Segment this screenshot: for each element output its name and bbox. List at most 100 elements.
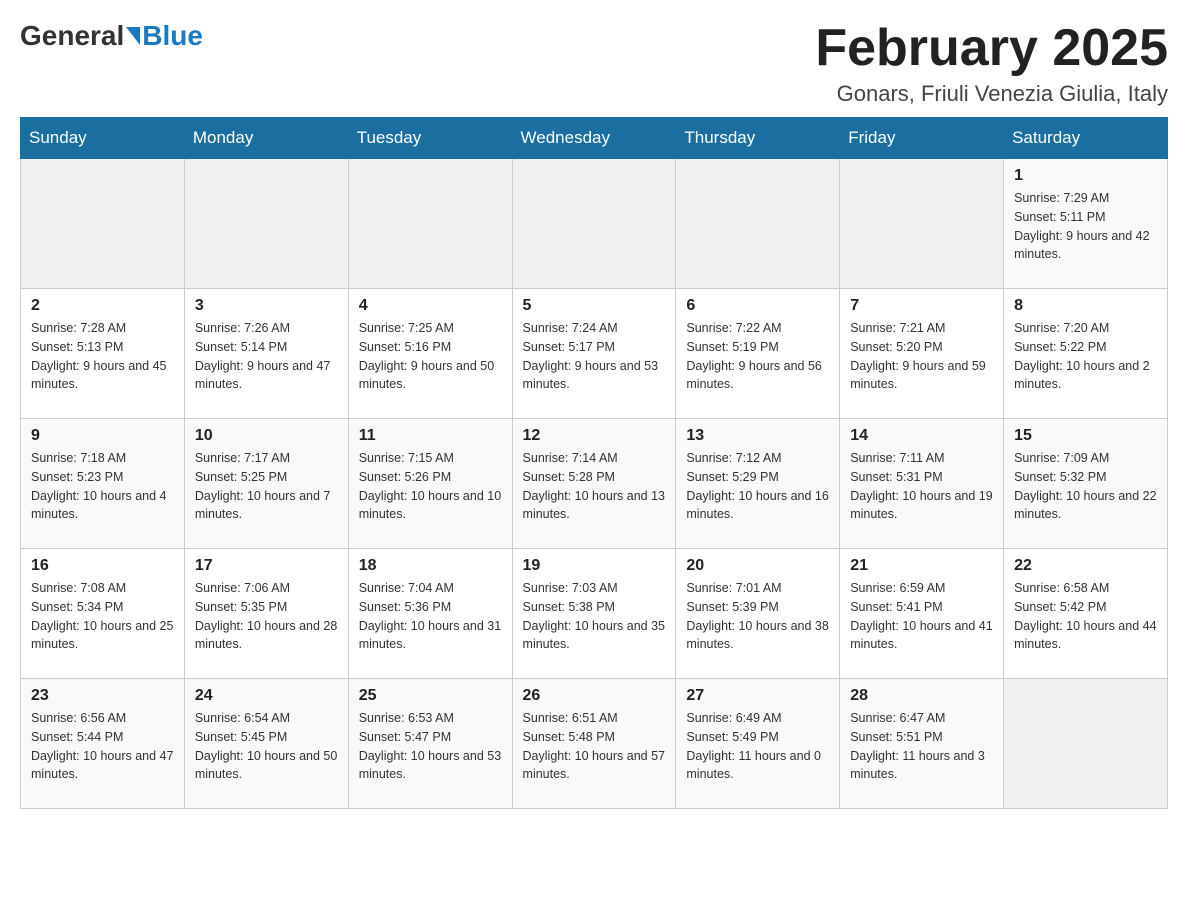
day-info: Sunrise: 7:26 AM Sunset: 5:14 PM Dayligh… (195, 319, 338, 394)
calendar-cell: 12 Sunrise: 7:14 AM Sunset: 5:28 PM Dayli… (512, 419, 676, 549)
day-number: 16 (31, 557, 174, 575)
day-number: 24 (195, 687, 338, 705)
calendar-cell: 25 Sunrise: 6:53 AM Sunset: 5:47 PM Dayli… (348, 679, 512, 809)
day-info: Sunrise: 7:12 AM Sunset: 5:29 PM Dayligh… (686, 449, 829, 524)
calendar-cell: 24 Sunrise: 6:54 AM Sunset: 5:45 PM Dayli… (184, 679, 348, 809)
day-number: 11 (359, 427, 502, 445)
calendar-cell: 23 Sunrise: 6:56 AM Sunset: 5:44 PM Dayli… (21, 679, 185, 809)
day-number: 15 (1014, 427, 1157, 445)
day-info: Sunrise: 6:54 AM Sunset: 5:45 PM Dayligh… (195, 709, 338, 784)
day-info: Sunrise: 6:56 AM Sunset: 5:44 PM Dayligh… (31, 709, 174, 784)
calendar-table: SundayMondayTuesdayWednesdayThursdayFrid… (20, 117, 1168, 809)
day-number: 18 (359, 557, 502, 575)
calendar-week-4: 16Sunrise: 7:08 AM Sunset: 5:34 PM Dayli… (21, 549, 1168, 679)
calendar-cell: 15 Sunrise: 7:09 AM Sunset: 5:32 PM Dayli… (1004, 419, 1168, 549)
calendar-cell: 11 Sunrise: 7:15 AM Sunset: 5:26 PM Dayli… (348, 419, 512, 549)
calendar-header: SundayMondayTuesdayWednesdayThursdayFrid… (21, 118, 1168, 159)
calendar-cell (21, 159, 185, 289)
calendar-body: 1 Sunrise: 7:29 AM Sunset: 5:11 PM Daylig… (21, 159, 1168, 809)
logo: General Blue (20, 20, 203, 52)
day-info: Sunrise: 7:29 AM Sunset: 5:11 PM Dayligh… (1014, 189, 1157, 264)
calendar-cell: 9Sunrise: 7:18 AM Sunset: 5:23 PM Daylig… (21, 419, 185, 549)
calendar-cell: 2 Sunrise: 7:28 AM Sunset: 5:13 PM Daylig… (21, 289, 185, 419)
title-section: February 2025 Gonars, Friuli Venezia Giu… (815, 20, 1168, 107)
weekday-header-sunday: Sunday (21, 118, 185, 159)
logo-blue-text: Blue (142, 20, 203, 52)
calendar-cell (512, 159, 676, 289)
day-number: 26 (523, 687, 666, 705)
calendar-cell: 3 Sunrise: 7:26 AM Sunset: 5:14 PM Daylig… (184, 289, 348, 419)
day-number: 6 (686, 297, 829, 315)
day-number: 7 (850, 297, 993, 315)
day-info: Sunrise: 6:49 AM Sunset: 5:49 PM Dayligh… (686, 709, 829, 784)
calendar-week-5: 23 Sunrise: 6:56 AM Sunset: 5:44 PM Dayli… (21, 679, 1168, 809)
calendar-cell (676, 159, 840, 289)
day-number: 14 (850, 427, 993, 445)
calendar-cell: 27 Sunrise: 6:49 AM Sunset: 5:49 PM Dayli… (676, 679, 840, 809)
calendar-cell: 8 Sunrise: 7:20 AM Sunset: 5:22 PM Daylig… (1004, 289, 1168, 419)
calendar-cell: 16Sunrise: 7:08 AM Sunset: 5:34 PM Dayli… (21, 549, 185, 679)
month-title: February 2025 (815, 20, 1168, 77)
calendar-cell: 6Sunrise: 7:22 AM Sunset: 5:19 PM Daylig… (676, 289, 840, 419)
calendar-cell: 18 Sunrise: 7:04 AM Sunset: 5:36 PM Dayli… (348, 549, 512, 679)
day-info: Sunrise: 6:58 AM Sunset: 5:42 PM Dayligh… (1014, 579, 1157, 654)
calendar-cell: 10 Sunrise: 7:17 AM Sunset: 5:25 PM Dayli… (184, 419, 348, 549)
calendar-cell: 7 Sunrise: 7:21 AM Sunset: 5:20 PM Daylig… (840, 289, 1004, 419)
weekday-header-thursday: Thursday (676, 118, 840, 159)
day-number: 17 (195, 557, 338, 575)
day-number: 13 (686, 427, 829, 445)
calendar-cell: 20Sunrise: 7:01 AM Sunset: 5:39 PM Dayli… (676, 549, 840, 679)
calendar-cell (184, 159, 348, 289)
calendar-cell: 22 Sunrise: 6:58 AM Sunset: 5:42 PM Dayli… (1004, 549, 1168, 679)
logo-general-text: General (20, 20, 124, 52)
calendar-cell: 1 Sunrise: 7:29 AM Sunset: 5:11 PM Daylig… (1004, 159, 1168, 289)
page-header: General Blue February 2025 Gonars, Friul… (20, 20, 1168, 107)
day-info: Sunrise: 7:15 AM Sunset: 5:26 PM Dayligh… (359, 449, 502, 524)
day-number: 21 (850, 557, 993, 575)
day-number: 5 (523, 297, 666, 315)
day-info: Sunrise: 6:53 AM Sunset: 5:47 PM Dayligh… (359, 709, 502, 784)
calendar-cell (1004, 679, 1168, 809)
day-info: Sunrise: 7:21 AM Sunset: 5:20 PM Dayligh… (850, 319, 993, 394)
calendar-cell: 14 Sunrise: 7:11 AM Sunset: 5:31 PM Dayli… (840, 419, 1004, 549)
weekday-header-saturday: Saturday (1004, 118, 1168, 159)
calendar-cell: 4Sunrise: 7:25 AM Sunset: 5:16 PM Daylig… (348, 289, 512, 419)
day-number: 8 (1014, 297, 1157, 315)
day-info: Sunrise: 7:20 AM Sunset: 5:22 PM Dayligh… (1014, 319, 1157, 394)
day-info: Sunrise: 7:17 AM Sunset: 5:25 PM Dayligh… (195, 449, 338, 524)
day-number: 22 (1014, 557, 1157, 575)
day-number: 12 (523, 427, 666, 445)
day-info: Sunrise: 7:06 AM Sunset: 5:35 PM Dayligh… (195, 579, 338, 654)
calendar-cell: 5 Sunrise: 7:24 AM Sunset: 5:17 PM Daylig… (512, 289, 676, 419)
calendar-cell (840, 159, 1004, 289)
weekday-header-friday: Friday (840, 118, 1004, 159)
day-number: 28 (850, 687, 993, 705)
calendar-week-3: 9Sunrise: 7:18 AM Sunset: 5:23 PM Daylig… (21, 419, 1168, 549)
calendar-cell: 28 Sunrise: 6:47 AM Sunset: 5:51 PM Dayli… (840, 679, 1004, 809)
day-number: 1 (1014, 167, 1157, 185)
weekday-header-monday: Monday (184, 118, 348, 159)
day-info: Sunrise: 7:24 AM Sunset: 5:17 PM Dayligh… (523, 319, 666, 394)
day-info: Sunrise: 7:01 AM Sunset: 5:39 PM Dayligh… (686, 579, 829, 654)
day-number: 9 (31, 427, 174, 445)
day-number: 19 (523, 557, 666, 575)
day-info: Sunrise: 7:04 AM Sunset: 5:36 PM Dayligh… (359, 579, 502, 654)
day-number: 2 (31, 297, 174, 315)
day-number: 25 (359, 687, 502, 705)
day-info: Sunrise: 7:03 AM Sunset: 5:38 PM Dayligh… (523, 579, 666, 654)
calendar-cell: 13 Sunrise: 7:12 AM Sunset: 5:29 PM Dayli… (676, 419, 840, 549)
day-number: 23 (31, 687, 174, 705)
day-number: 3 (195, 297, 338, 315)
calendar-cell: 17 Sunrise: 7:06 AM Sunset: 5:35 PM Dayli… (184, 549, 348, 679)
day-info: Sunrise: 6:47 AM Sunset: 5:51 PM Dayligh… (850, 709, 993, 784)
calendar-cell: 21 Sunrise: 6:59 AM Sunset: 5:41 PM Dayli… (840, 549, 1004, 679)
calendar-week-2: 2 Sunrise: 7:28 AM Sunset: 5:13 PM Daylig… (21, 289, 1168, 419)
day-info: Sunrise: 7:14 AM Sunset: 5:28 PM Dayligh… (523, 449, 666, 524)
day-info: Sunrise: 6:59 AM Sunset: 5:41 PM Dayligh… (850, 579, 993, 654)
day-info: Sunrise: 7:28 AM Sunset: 5:13 PM Dayligh… (31, 319, 174, 394)
day-number: 10 (195, 427, 338, 445)
day-number: 27 (686, 687, 829, 705)
day-info: Sunrise: 7:09 AM Sunset: 5:32 PM Dayligh… (1014, 449, 1157, 524)
day-info: Sunrise: 7:11 AM Sunset: 5:31 PM Dayligh… (850, 449, 993, 524)
day-info: Sunrise: 6:51 AM Sunset: 5:48 PM Dayligh… (523, 709, 666, 784)
